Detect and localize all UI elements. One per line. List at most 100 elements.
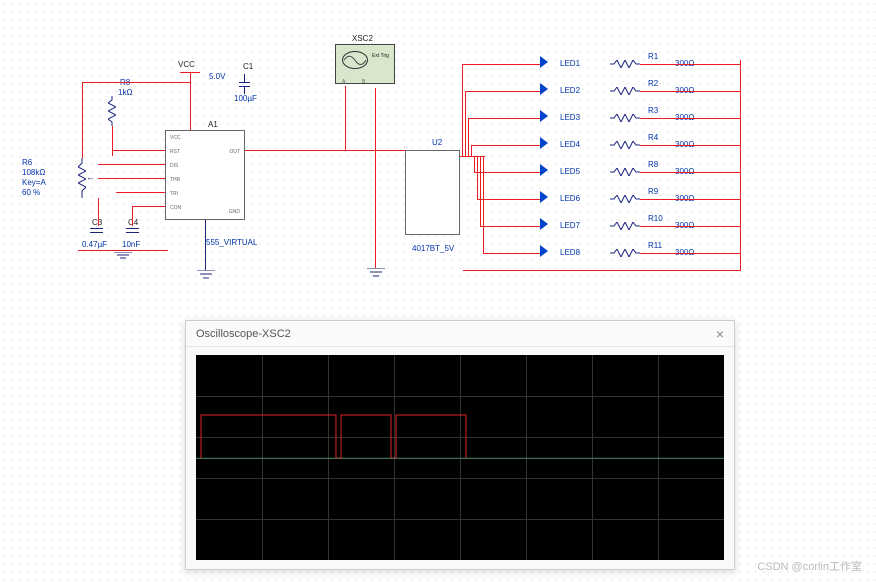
wire-c3-up	[98, 198, 99, 226]
instrument-ref: XSC2	[352, 34, 373, 43]
led-icon-3[interactable]	[540, 137, 548, 149]
wire-led-h-5	[477, 199, 540, 200]
pot-arrow-icon: ←	[86, 172, 95, 182]
pin-gnd: GND	[229, 209, 240, 215]
wire-led-h-3	[471, 145, 540, 146]
r-ref-5: R9	[648, 187, 658, 196]
led-icon-6[interactable]	[540, 218, 548, 230]
resistor-R3[interactable]	[610, 114, 640, 122]
resistor-R1[interactable]	[610, 60, 640, 68]
chip-4017[interactable]	[405, 150, 460, 235]
pin-thr: THR	[170, 177, 180, 183]
ext-trig-label: Ext Trig	[372, 53, 389, 59]
led-icon-4[interactable]	[540, 164, 548, 176]
led-icon-2[interactable]	[540, 110, 548, 122]
timer-ref: A1	[208, 120, 218, 129]
c1-val: 100µF	[234, 94, 257, 103]
schematic-canvas[interactable]: XSC2 Ext Trig A B VCC 5.0V C1 100µF A1 V…	[0, 0, 876, 310]
led-ref-0: LED1	[560, 59, 580, 68]
r6-key: Key=A	[22, 178, 46, 187]
oscilloscope-window[interactable]: Oscilloscope-XSC2 ×	[185, 320, 735, 570]
wire-top-left	[82, 82, 190, 83]
led-icon-5[interactable]	[540, 191, 548, 203]
resistor-R11[interactable]	[610, 249, 640, 257]
led-icon-1[interactable]	[540, 83, 548, 95]
pot-r6[interactable]	[78, 158, 86, 198]
wire-to-dis	[98, 164, 165, 165]
wire-r-ret-6	[640, 226, 740, 227]
wire-led-h-7	[483, 253, 540, 254]
wire-scope-gnd	[375, 88, 376, 268]
wire-r-ret-3	[640, 145, 740, 146]
vcc-value: 5.0V	[209, 72, 225, 81]
led-ref-3: LED4	[560, 140, 580, 149]
wire-led-4	[474, 156, 475, 172]
led-ref-2: LED3	[560, 113, 580, 122]
osc-titlebar[interactable]: Oscilloscope-XSC2 ×	[186, 321, 734, 347]
osc-screen[interactable]	[196, 355, 724, 560]
resistor-r8[interactable]	[108, 96, 116, 126]
led-ref-1: LED2	[560, 86, 580, 95]
r-ref-4: R8	[648, 160, 658, 169]
r-ref-2: R3	[648, 106, 658, 115]
wire-555-gnd	[205, 220, 206, 270]
resistor-R2[interactable]	[610, 87, 640, 95]
wire-to-scope	[345, 86, 346, 150]
osc-trace-a	[196, 355, 724, 560]
instrument-XSC2[interactable]: Ext Trig A B	[335, 44, 395, 84]
c4-val: 10nF	[122, 240, 140, 249]
u2-part: 4017BT_5V	[412, 244, 454, 253]
wire-led-7	[483, 156, 484, 253]
wire-led-1	[465, 91, 466, 156]
led-icon-0[interactable]	[540, 56, 548, 68]
r6-pct: 60 %	[22, 188, 40, 197]
led-ref-6: LED7	[560, 221, 580, 230]
wire-c4-up	[132, 206, 133, 226]
w-u2-bus	[460, 156, 485, 157]
led-icon-7[interactable]	[540, 245, 548, 257]
wire-to-thr	[98, 178, 165, 179]
led-ref-4: LED5	[560, 167, 580, 176]
resistor-R10[interactable]	[610, 222, 640, 230]
wire-led-2	[468, 118, 469, 156]
r-ref-6: R10	[648, 214, 663, 223]
r6-val: 108kΩ	[22, 168, 45, 177]
sine-icon	[342, 51, 368, 69]
resistor-R9[interactable]	[610, 195, 640, 203]
port-b: B	[362, 79, 365, 85]
c4-ref: C4	[128, 218, 138, 227]
pin-rst: RST	[170, 149, 180, 155]
timer-part: 555_VIRTUAL	[206, 238, 257, 247]
u2-ref: U2	[432, 138, 442, 147]
wire-r8-bot	[112, 126, 113, 156]
vcc-netlabel: VCC	[178, 60, 195, 69]
r6-ref: R6	[22, 158, 32, 167]
resistor-R8[interactable]	[610, 168, 640, 176]
osc-title: Oscilloscope-XSC2	[196, 328, 291, 340]
c3-val: 0.47µF	[82, 240, 107, 249]
chip-555[interactable]: VCC RST DIS THR TRI CON OUT GND	[165, 130, 245, 220]
r8-val: 1kΩ	[118, 88, 132, 97]
wire-r-ret-4	[640, 172, 740, 173]
wire-out	[245, 150, 405, 151]
pin-vcc: VCC	[170, 135, 181, 141]
r-ref-7: R11	[648, 241, 662, 250]
wire-to-tri	[116, 192, 165, 193]
led-ref-5: LED6	[560, 194, 580, 203]
resistor-R4[interactable]	[610, 141, 640, 149]
wire-led-0	[462, 64, 463, 156]
close-icon[interactable]: ×	[716, 326, 724, 342]
wire-r-ret-2	[640, 118, 740, 119]
wire-led-3	[471, 145, 472, 156]
wire-led-h-2	[468, 118, 540, 119]
c1-ref: C1	[243, 62, 253, 71]
pin-dis: DIS	[170, 163, 178, 169]
r-ref-3: R4	[648, 133, 658, 142]
wire-led-h-1	[465, 91, 540, 92]
wire-vcc-down	[190, 72, 191, 130]
gnd-scope	[367, 268, 385, 282]
wire-to-rst	[112, 150, 165, 151]
led-ref-7: LED8	[560, 248, 580, 257]
wire-led-5	[477, 156, 478, 199]
pin-con: CON	[170, 205, 181, 211]
